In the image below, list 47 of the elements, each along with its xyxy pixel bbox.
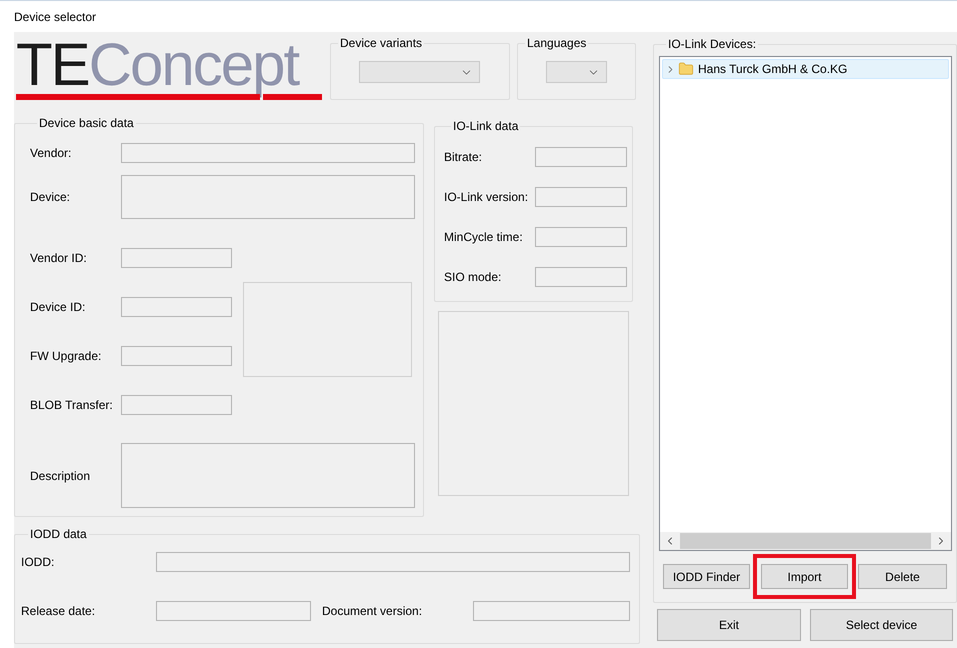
input-field[interactable] xyxy=(535,187,627,207)
horizontal-scrollbar[interactable] xyxy=(660,532,951,550)
input-field[interactable] xyxy=(156,601,311,621)
folder-icon xyxy=(678,61,694,77)
input-field[interactable] xyxy=(535,147,627,167)
field-label: Description xyxy=(30,468,92,484)
input-field[interactable] xyxy=(121,143,415,163)
button[interactable]: IODD Finder xyxy=(663,564,750,589)
button[interactable]: Import xyxy=(761,564,848,589)
input-field[interactable] xyxy=(121,395,232,415)
field-label: Bitrate: xyxy=(444,149,484,166)
group-title: Languages xyxy=(526,36,588,51)
button[interactable]: Select device xyxy=(810,609,953,641)
group-title: Device variants xyxy=(339,36,424,51)
group-title: Device basic data xyxy=(38,116,135,131)
field-label: BLOB Transfer: xyxy=(30,397,114,414)
field-label: FW Upgrade: xyxy=(30,348,102,365)
group-title: IO-Link data xyxy=(452,119,520,134)
field-label: MinCycle time: xyxy=(444,229,524,246)
tree-item[interactable]: Hans Turck GmbH & Co.KG xyxy=(662,59,949,79)
dropdown[interactable] xyxy=(546,61,607,83)
input-field[interactable] xyxy=(121,346,232,366)
group-title: IO-Link Devices: xyxy=(667,37,758,52)
input-field[interactable] xyxy=(121,297,232,317)
field-label: IODD: xyxy=(21,554,56,571)
input-field[interactable] xyxy=(535,267,627,287)
input-field[interactable] xyxy=(121,248,232,268)
dropdown[interactable] xyxy=(359,61,480,83)
field-label: Vendor ID: xyxy=(30,250,88,267)
input-field[interactable] xyxy=(535,227,627,247)
field-label: IO-Link version: xyxy=(444,189,530,206)
window-title: Device selector xyxy=(14,8,96,26)
scrollbar-thumb[interactable] xyxy=(680,533,931,549)
field-label: Device: xyxy=(30,189,72,206)
logo-text: TE xyxy=(16,36,89,94)
button[interactable]: Exit xyxy=(657,609,801,641)
group-title: IODD data xyxy=(29,527,88,542)
field-label: Release date: xyxy=(21,603,96,620)
input-field[interactable] xyxy=(121,175,415,219)
input-field[interactable] xyxy=(156,552,630,572)
input-field[interactable] xyxy=(473,601,630,621)
input-field[interactable] xyxy=(121,443,415,508)
field-label: Vendor: xyxy=(30,145,72,162)
button[interactable]: Delete xyxy=(858,564,947,589)
field-label: Document version: xyxy=(322,603,424,620)
field-label: Device ID: xyxy=(30,299,86,316)
field-label: SIO mode: xyxy=(444,269,502,286)
